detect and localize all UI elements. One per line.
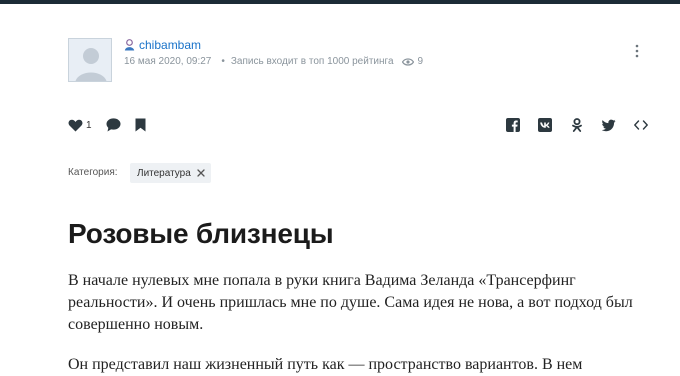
embed-code-icon[interactable] [634, 118, 648, 132]
bookmark-icon [135, 118, 146, 132]
avatar[interactable] [68, 38, 112, 82]
views-counter: 9 [401, 56, 424, 67]
more-dots-icon[interactable] [630, 44, 644, 58]
post-date: 16 мая 2020, 09:27 [124, 56, 212, 67]
like-button[interactable]: 1 [68, 119, 92, 132]
close-icon[interactable] [197, 169, 205, 177]
article-paragraph: Он представил наш жизненный путь как — п… [68, 356, 583, 373]
heart-icon [68, 119, 83, 131]
article-title: Розовые близнецы [68, 218, 334, 249]
views-count: 9 [417, 56, 424, 67]
category-tag-label[interactable]: Литература [137, 168, 191, 179]
share-buttons [506, 118, 648, 132]
vk-icon[interactable] [538, 118, 552, 132]
top-bar [0, 0, 680, 4]
avatar-placeholder-icon [69, 39, 111, 81]
post-actions: 1 [68, 118, 160, 132]
author-link[interactable]: chibambam [124, 38, 201, 52]
odnoklassniki-icon[interactable] [570, 118, 584, 132]
bookmark-button[interactable] [135, 118, 146, 132]
like-count: 1 [86, 119, 92, 131]
comment-icon [106, 118, 121, 132]
user-icon [124, 39, 135, 51]
meta-separator: • [221, 56, 225, 67]
facebook-icon[interactable] [506, 118, 520, 132]
author-name[interactable]: chibambam [139, 38, 201, 52]
rating-note: Запись входит в топ 1000 рейтинга [230, 56, 394, 67]
comment-button[interactable] [106, 118, 121, 132]
category-tag[interactable]: Литература [130, 163, 211, 183]
twitter-icon[interactable] [602, 118, 616, 132]
post-meta: 16 мая 2020, 09:27 • Запись входит в топ… [124, 56, 423, 67]
article-paragraph: В начале нулевых мне попала в руки книга… [68, 272, 633, 333]
category-label: Категория: [68, 167, 118, 178]
eye-icon [401, 57, 414, 66]
